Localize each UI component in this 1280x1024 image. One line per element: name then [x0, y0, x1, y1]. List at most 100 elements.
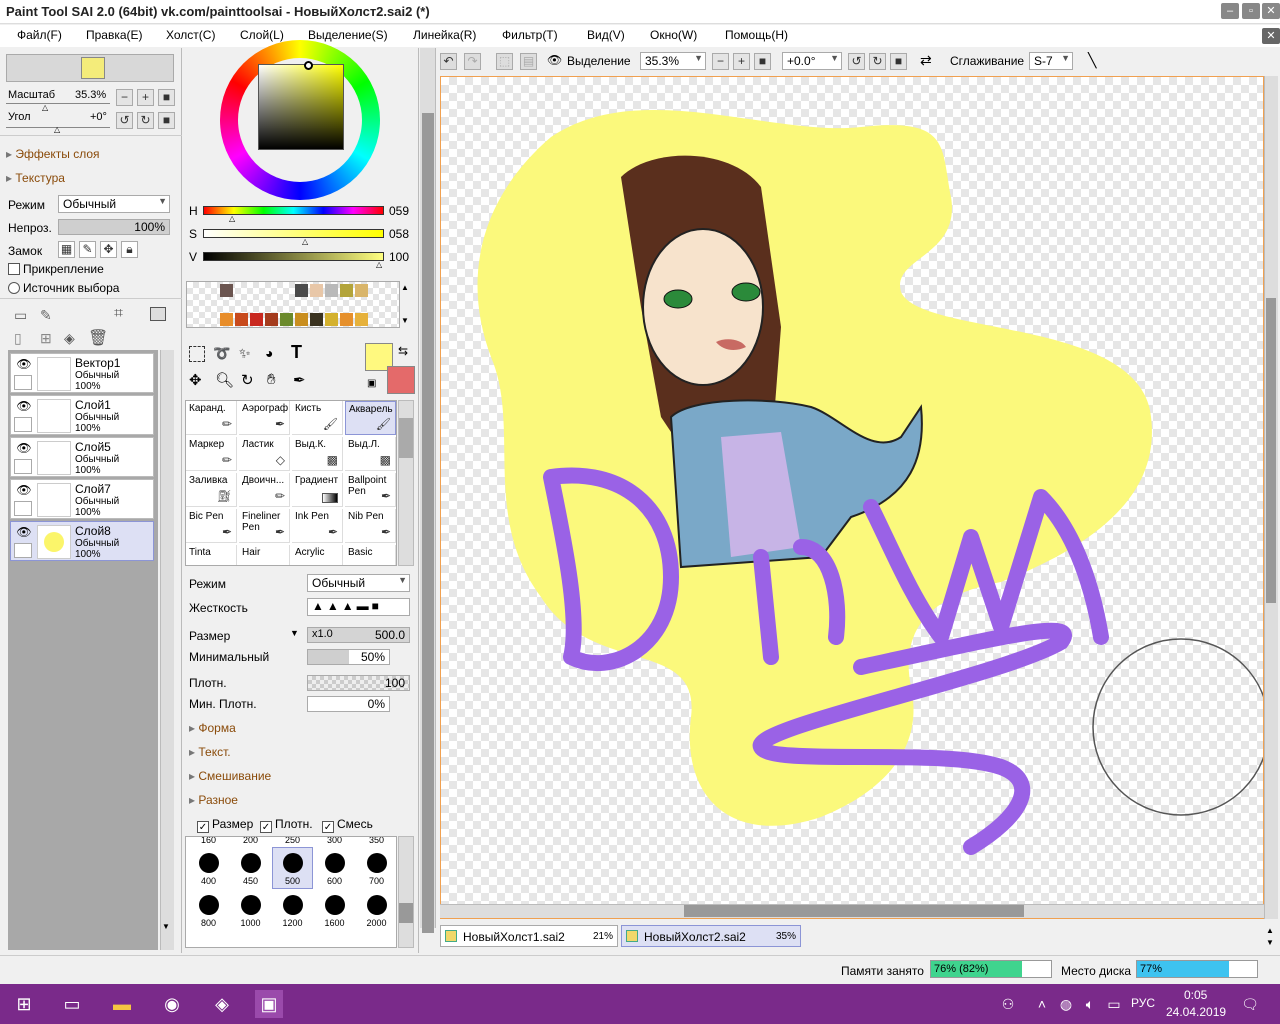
transparent-color-icon[interactable]: ▣: [367, 378, 376, 389]
swatch[interactable]: [355, 313, 368, 326]
new-vector-layer-icon[interactable]: ✎: [40, 307, 52, 324]
scale-slider[interactable]: [6, 103, 110, 104]
angle-slider-handle[interactable]: △: [54, 125, 60, 134]
eye-icon[interactable]: 👁︎: [14, 441, 34, 455]
close-button[interactable]: ✕: [1262, 3, 1280, 19]
rotate-icon[interactable]: ↻: [241, 371, 254, 389]
file-explorer-icon[interactable]: ▬: [108, 990, 136, 1018]
brush-size-2000[interactable]: 2000: [356, 889, 396, 931]
swatch[interactable]: [340, 313, 353, 326]
eye-icon[interactable]: 👁︎: [14, 399, 34, 413]
selection-visibility-icon[interactable]: 👁︎: [547, 53, 562, 67]
tool-bic-pen[interactable]: Bic Pen ✒: [186, 509, 237, 543]
brush-size-1200[interactable]: 1200: [272, 889, 313, 931]
brush-size-scroll-thumb[interactable]: [399, 903, 413, 923]
pencil-icon[interactable]: [14, 543, 32, 558]
layer-mode-select[interactable]: Обычный ▼: [58, 195, 170, 213]
menu-ruler[interactable]: Линейка(R): [413, 28, 476, 42]
layer-lock-box[interactable]: [14, 459, 32, 474]
size-check-row[interactable]: ✓ Размер: [197, 817, 253, 833]
undo-button[interactable]: ↶: [440, 53, 457, 70]
brush-size-500[interactable]: 500: [272, 847, 313, 889]
tab-canvas2[interactable]: НовыйХолст2.sai2 35%: [621, 925, 801, 947]
copy-layer-icon[interactable]: ▯: [14, 330, 22, 347]
toolbar-zoom-reset-button[interactable]: ■: [754, 53, 771, 70]
palette-scroll-down-icon[interactable]: ▼: [401, 316, 409, 325]
menu-selection[interactable]: Выделение(S): [308, 28, 388, 42]
swatch-palette[interactable]: [186, 281, 400, 328]
zoom-out-button[interactable]: −: [116, 89, 133, 106]
lock-paint-icon[interactable]: ✎: [79, 241, 96, 258]
canvas-horizontal-scroll-thumb[interactable]: [684, 905, 1024, 917]
toolbar-rotate-left-button[interactable]: ↺: [848, 53, 865, 70]
eye-icon[interactable]: 👁︎: [14, 483, 34, 497]
tool-binary[interactable]: Двоичн... ✏︎: [239, 473, 290, 507]
text-tool-icon[interactable]: T: [291, 342, 302, 363]
swatch[interactable]: [325, 313, 338, 326]
notifications-icon[interactable]: 🗨︎: [1236, 990, 1264, 1018]
maximize-button[interactable]: ▫: [1242, 3, 1260, 19]
discord-icon[interactable]: ◈: [208, 990, 236, 1018]
clock-time[interactable]: 0:05: [1184, 988, 1207, 1002]
trash-icon[interactable]: 🗑︎: [88, 328, 108, 348]
brush-size-600[interactable]: 600: [314, 847, 355, 889]
tab-canvas1[interactable]: НовыйХолст1.sai2 21%: [440, 925, 618, 947]
menu-filter[interactable]: Фильтр(T): [502, 28, 558, 42]
misc-section[interactable]: Разное: [189, 793, 238, 807]
swatch[interactable]: [280, 313, 293, 326]
tool-palette-scroll-thumb[interactable]: [399, 418, 413, 458]
toolbar-zoom-in-button[interactable]: +: [733, 53, 750, 70]
tool-basic[interactable]: Basic: [345, 545, 396, 565]
brush-size-1000[interactable]: 1000: [230, 889, 271, 931]
selection-source-row[interactable]: Источник выбора: [8, 281, 119, 295]
hue-slider-handle[interactable]: △: [229, 214, 235, 223]
value-slider[interactable]: [203, 252, 384, 261]
eyedropper-icon[interactable]: ✒: [293, 371, 306, 389]
rect-select-icon[interactable]: [189, 346, 205, 362]
value-slider-handle[interactable]: △: [376, 260, 382, 269]
density-checkbox[interactable]: ✓: [260, 821, 272, 833]
scroll-down-icon[interactable]: ▼: [162, 922, 170, 931]
tool-ink-pen[interactable]: Ink Pen ✒: [292, 509, 343, 543]
size-range-dropdown[interactable]: ▼: [290, 628, 299, 638]
blending-section[interactable]: Смешивание: [189, 769, 271, 783]
tool-eraser[interactable]: Ластик ◇: [239, 437, 290, 471]
layer-list-scrollbar[interactable]: [160, 350, 174, 950]
clock-date[interactable]: 24.04.2019: [1166, 1005, 1226, 1019]
mid-panel-scroll-thumb[interactable]: [422, 113, 434, 933]
eye-icon[interactable]: 👁︎: [14, 525, 34, 539]
saturation-slider[interactable]: [203, 229, 384, 238]
brush-mode-select[interactable]: Обычный ▼: [307, 574, 410, 592]
texture-section[interactable]: Текст.: [189, 745, 230, 759]
zoom-select[interactable]: 35.3% ▼: [640, 52, 706, 70]
swatch[interactable]: [310, 313, 323, 326]
clear-layer-icon[interactable]: ◈: [64, 330, 75, 347]
lock-transparency-icon[interactable]: ▦: [58, 241, 75, 258]
flip-horizontal-icon[interactable]: ⇄: [920, 52, 932, 69]
tool-pencil[interactable]: Каранд. ✏︎: [186, 401, 237, 435]
menu-layer[interactable]: Слой(L): [240, 28, 284, 42]
shape-section[interactable]: Форма: [189, 721, 235, 735]
background-color[interactable]: [387, 366, 415, 394]
swatch[interactable]: [220, 313, 233, 326]
canvas-vertical-scroll-thumb[interactable]: [1266, 298, 1276, 603]
minimize-button[interactable]: –: [1221, 3, 1239, 19]
tool-fineliner-pen[interactable]: Fineliner Pen ✒: [239, 509, 290, 543]
brush-size-450[interactable]: 450: [230, 847, 271, 889]
toolbar-rotate-reset-button[interactable]: ■: [890, 53, 907, 70]
hardness-selector[interactable]: ▲▲▲▬■: [307, 598, 410, 616]
invert-selection-button[interactable]: ▤: [520, 53, 537, 70]
brush-size-400[interactable]: 400: [188, 847, 229, 889]
menu-canvas[interactable]: Холст(C): [166, 28, 215, 42]
rotate-right-button[interactable]: ↻: [137, 112, 154, 129]
min-size-slider[interactable]: 50%: [307, 649, 390, 665]
selection-source-radio[interactable]: [8, 282, 20, 294]
redo-button[interactable]: ↷: [464, 53, 481, 70]
min-density-slider[interactable]: 0%: [307, 696, 390, 712]
layer-lock-box[interactable]: [14, 417, 32, 432]
menu-view[interactable]: Вид(V): [587, 28, 625, 42]
keyboard-icon[interactable]: ▭: [1100, 990, 1128, 1018]
swatch[interactable]: [340, 284, 353, 297]
blend-checkbox[interactable]: ✓: [322, 821, 334, 833]
menu-file[interactable]: Файл(F): [17, 28, 62, 42]
